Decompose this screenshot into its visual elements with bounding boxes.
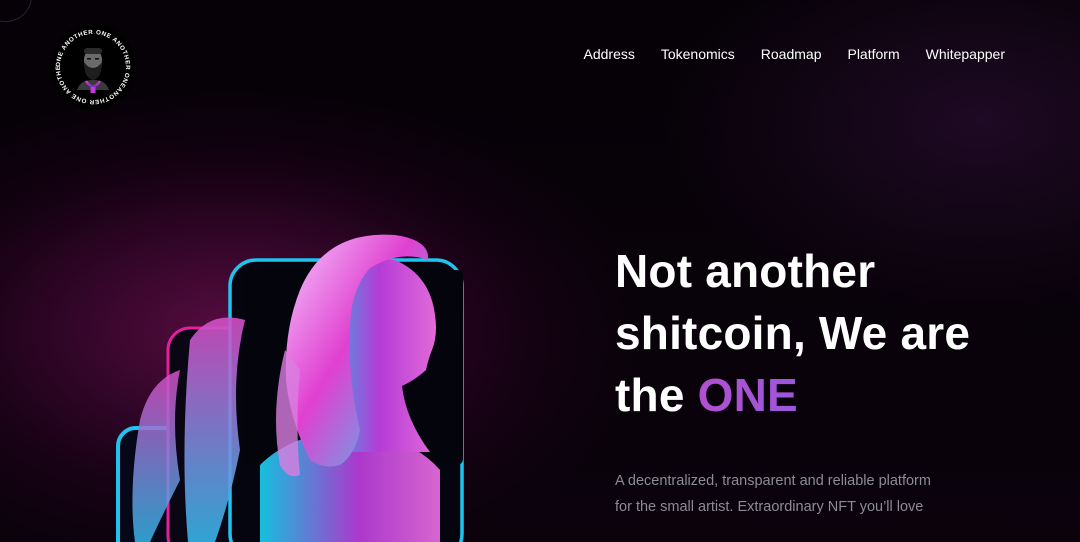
- corner-decoration: [0, 0, 32, 22]
- hero-title-line3-prefix: the: [615, 369, 685, 421]
- site-logo[interactable]: ONE ANOTHER ONE ANOTHER ONEANOTHER ONE A…: [50, 24, 136, 110]
- bearded-man-avatar-icon: ONE ANOTHER ONE ANOTHER ONEANOTHER ONE A…: [50, 24, 135, 109]
- hero-description-line1: A decentralized, transparent and reliabl…: [615, 473, 931, 489]
- hero-title-accent: ONE: [697, 369, 798, 421]
- hero-title: Not another shitcoin, We are the ONE: [615, 240, 1035, 426]
- nav-item-tokenomics[interactable]: Tokenomics: [661, 46, 735, 62]
- nav-item-whitepapper[interactable]: Whitepapper: [926, 46, 1005, 62]
- hero-description-line2: for the small artist. Extraordinary NFT …: [615, 499, 924, 515]
- hero-title-line2: shitcoin, We are: [615, 307, 971, 359]
- hero-title-line1: Not another: [615, 245, 876, 297]
- nav-item-roadmap[interactable]: Roadmap: [761, 46, 822, 62]
- hero-artwork: [110, 220, 490, 542]
- main-nav: Address Tokenomics Roadmap Platform Whit…: [558, 46, 1006, 62]
- nav-item-platform[interactable]: Platform: [847, 46, 899, 62]
- hero-description: A decentralized, transparent and reliabl…: [615, 468, 975, 520]
- nav-item-address[interactable]: Address: [584, 46, 635, 62]
